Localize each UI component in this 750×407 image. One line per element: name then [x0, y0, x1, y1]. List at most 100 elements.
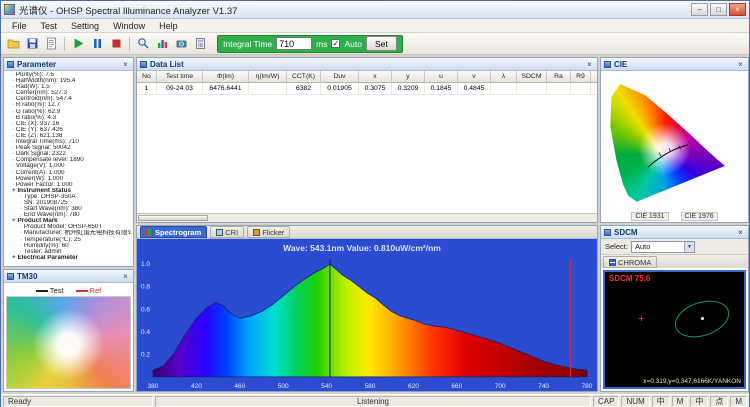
camera-icon[interactable] — [173, 36, 189, 52]
table-cell: 6382 — [287, 83, 321, 94]
chart-icon[interactable] — [154, 36, 170, 52]
tab-spectrogram[interactable]: Spectrogram — [140, 226, 208, 238]
panel-title: Parameter — [17, 59, 57, 69]
column-header[interactable]: η(lm/W) — [249, 71, 287, 82]
sdcm-select[interactable]: Auto ▼ — [630, 240, 695, 253]
column-header[interactable]: SDCM — [517, 71, 547, 82]
tm30-panel: TM30 × Test Ref — [3, 269, 134, 392]
spectrum-chart-area[interactable]: 380 420 460 500 540 580 620 660 700 740 780 0.2 0.4… — [137, 239, 597, 391]
menu-file[interactable]: File — [5, 21, 34, 31]
cie-diagram-area[interactable]: CIE 1931 CIE 1976 — [601, 71, 748, 222]
svg-text:540: 540 — [321, 383, 332, 390]
toolbar: Integral Time ms ✓ Auto Set — [1, 33, 749, 55]
status-bar: Ready Listening CAP NUM 中 M 中点 M — [1, 394, 749, 407]
column-header[interactable]: y — [392, 71, 425, 82]
auto-checkbox[interactable]: ✓ — [331, 39, 341, 48]
pause-icon[interactable] — [89, 36, 105, 52]
svg-text:500: 500 — [278, 383, 289, 390]
column-header[interactable]: Test time — [157, 71, 203, 82]
ms-label: ms — [316, 38, 328, 49]
ref-line-swatch — [75, 290, 88, 293]
column-header[interactable]: Duv — [321, 71, 359, 82]
menu-test[interactable]: Test — [34, 21, 65, 31]
table-cell — [547, 83, 571, 94]
sdcm-chart[interactable]: SDCM 75.6 + x=0.319,y=0.347,6166K/YANKON — [603, 270, 746, 389]
tab-cie-1976[interactable]: CIE 1976 — [680, 212, 718, 221]
close-icon[interactable]: × — [121, 60, 130, 69]
svg-text:0.6: 0.6 — [141, 306, 150, 313]
parameter-panel-header[interactable]: Parameter × — [4, 58, 133, 71]
panel-title: CIE — [614, 59, 628, 69]
close-icon[interactable]: × — [736, 60, 745, 69]
table-cell — [249, 83, 287, 94]
status-listening: Listening — [155, 396, 591, 407]
save-icon[interactable] — [24, 36, 40, 52]
spectrogram-panel: Spectrogram CRI Flicker 380 420 460 500 … — [136, 225, 598, 392]
table-cell: 0.3209 — [392, 83, 425, 94]
open-icon[interactable] — [5, 36, 21, 52]
table-cell: 0.4845 — [458, 83, 491, 94]
toolbar-separator — [64, 36, 65, 51]
sdcm-panel-header[interactable]: SDCM × — [601, 226, 748, 239]
calculator-icon[interactable] — [192, 36, 208, 52]
minimize-button[interactable]: – — [691, 3, 708, 16]
data-list-panel-header[interactable]: Data List × — [137, 58, 597, 71]
play-icon[interactable] — [70, 36, 86, 52]
svg-text:460: 460 — [234, 383, 245, 390]
title-bar[interactable]: 光谱仪 - OHSP Spectral Illuminance Analyzer… — [1, 1, 749, 19]
report-icon[interactable] — [43, 36, 59, 52]
column-header[interactable]: x — [359, 71, 392, 82]
close-icon[interactable]: × — [736, 228, 745, 237]
column-header[interactable]: Ra — [547, 71, 571, 82]
horizontal-scrollbar[interactable] — [137, 213, 597, 222]
menu-setting[interactable]: Setting — [64, 21, 106, 31]
set-button[interactable]: Set — [365, 36, 397, 51]
cie-panel-header[interactable]: CIE × — [601, 58, 748, 71]
table-cell — [491, 83, 517, 94]
tab-flicker[interactable]: Flicker — [247, 226, 291, 238]
table-cell: 0.01905 — [321, 83, 359, 94]
column-header[interactable]: No — [137, 71, 157, 82]
scrollbar-thumb[interactable] — [138, 215, 208, 221]
svg-text:580: 580 — [365, 383, 376, 390]
tab-cie-1931[interactable]: CIE 1931 — [631, 212, 669, 221]
svg-text:1.0: 1.0 — [141, 261, 150, 268]
column-header[interactable]: Φ(lm) — [203, 71, 249, 82]
parameter-group[interactable]: Electrical Parameter — [6, 255, 131, 261]
panel-title: Data List — [150, 59, 184, 69]
select-label: Select: — [605, 242, 628, 251]
menu-bar: File Test Setting Window Help — [1, 19, 749, 33]
svg-text:620: 620 — [408, 383, 419, 390]
table-cell — [571, 83, 591, 94]
column-header[interactable]: v — [458, 71, 491, 82]
table-row[interactable]: 1 09-24 03 6476.6441 6382 0.01905 0.3075 0.320… — [137, 83, 597, 95]
cri-icon — [216, 228, 224, 236]
close-icon[interactable]: × — [121, 272, 130, 281]
column-header[interactable]: CCT(K) — [287, 71, 321, 82]
svg-text:0.4: 0.4 — [141, 329, 150, 336]
svg-text:780: 780 — [582, 383, 593, 390]
legend-test: Test — [35, 286, 64, 295]
parameter-tree: Purity(%): 7.5HalfWidth(nm): 195.4Rad(W)… — [4, 71, 133, 266]
tab-chroma[interactable]: CHROMA — [603, 256, 658, 268]
chromaticity-point — [701, 316, 705, 320]
table-cell: 1 — [137, 83, 157, 94]
column-header[interactable]: λ — [491, 71, 517, 82]
tm30-panel-header[interactable]: TM30 × — [4, 270, 133, 283]
x-axis-labels: 380 420 460 500 540 580 620 660 700 740 780 — [148, 383, 593, 390]
toolbar-separator — [129, 36, 130, 51]
close-icon[interactable]: × — [585, 60, 594, 69]
tm30-chart[interactable]: Test Ref — [4, 283, 133, 391]
table-cell: 6476.6441 — [203, 83, 249, 94]
menu-window[interactable]: Window — [106, 21, 152, 31]
tab-cri[interactable]: CRI — [210, 226, 245, 238]
zoom-icon[interactable] — [135, 36, 151, 52]
maximize-button[interactable]: □ — [710, 3, 727, 16]
integral-time-input[interactable] — [276, 37, 313, 50]
menu-help[interactable]: Help — [152, 21, 185, 31]
column-header[interactable]: R9 — [571, 71, 591, 82]
stop-icon[interactable] — [108, 36, 124, 52]
close-button[interactable]: × — [729, 3, 746, 16]
column-header[interactable]: u — [425, 71, 458, 82]
sdcm-controls: Select: Auto ▼ — [601, 239, 748, 255]
